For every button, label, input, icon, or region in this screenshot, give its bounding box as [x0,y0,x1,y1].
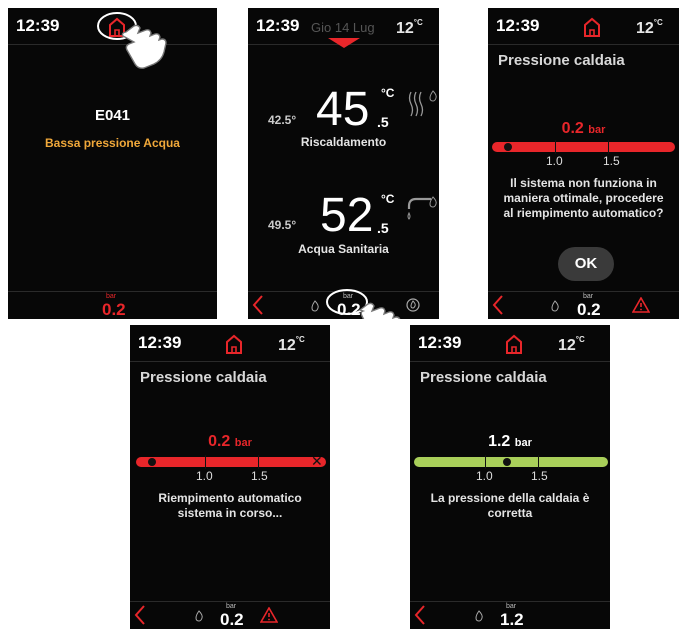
settings-flame-icon[interactable] [405,297,421,313]
message-line: La pressione della caldaia è [430,491,590,505]
message-line: Il sistema non funziona in [510,176,657,190]
flame-icon[interactable] [310,300,320,312]
tick-mark [205,455,206,469]
pressure-indicator[interactable]: 0.2 [220,610,244,629]
footer: bar 0.2 [8,291,217,319]
heating-label: Riscaldamento [300,135,387,149]
pressure-value: 1.2 bar [488,433,532,450]
message-line: al riempimento automatico? [503,206,664,220]
pressure-indicator[interactable]: 0.2 [102,300,126,319]
back-chevron-icon[interactable] [414,605,426,625]
tick-mark [608,140,609,154]
footer: bar 1.2 [410,601,610,629]
heating-unit: °C [381,86,395,100]
heating-decimal: .5 [377,114,389,130]
footer: bar 0.2 [130,601,330,629]
back-chevron-icon[interactable] [134,605,146,625]
home-button[interactable] [224,333,244,360]
heating-value[interactable]: 45 [316,82,369,137]
pressure-marker [504,143,512,151]
flame-icon [429,90,437,102]
cancel-x-icon[interactable]: ✕ [311,453,323,470]
heating-waves-icon [408,91,424,117]
dhw-label: Acqua Sanitaria [298,242,389,256]
warning-icon[interactable] [632,297,650,313]
message-line: corretta [487,506,533,520]
tick-mark [538,455,539,469]
dhw-value[interactable]: 52 [320,188,373,243]
tick-mark [485,455,486,469]
outdoor-temp: 12°C [636,18,663,37]
flame-icon[interactable] [550,300,560,312]
flame-icon [429,196,437,208]
page-title: Pressione caldaia [498,52,625,69]
dhw-unit: °C [381,192,395,206]
clock: 12:39 [16,16,60,35]
pressure-value: 0.2 bar [561,120,606,137]
status-bar: 12:39 12°C [130,325,330,362]
tick-label: 1.5 [251,469,268,483]
home-icon [584,17,600,37]
auto-fill-screen: 12:39 12°C Pressione caldaia 0.2 bar ✕ 1… [130,325,330,629]
dhw-setpoint: 49.5° [268,218,297,232]
pressure-ok-screen: 12:39 12°C Pressione caldaia 1.2 bar 1.0… [410,325,610,629]
dhw-decimal: .5 [377,220,389,236]
tick-label: 1.0 [196,469,213,483]
bar-unit-label: bar [106,293,117,300]
tap-hand-icon [326,289,401,319]
red-tab-indicator [328,38,360,48]
outdoor-temp: 12°C [396,18,423,37]
clock: 12:39 [256,16,300,35]
pressure-marker [148,458,156,466]
pressure-indicator[interactable]: 0.2 [577,300,601,319]
page-title: Pressione caldaia [140,369,267,386]
footer: bar 0.2 [488,291,679,319]
page-title: Pressione caldaia [420,369,547,386]
warning-icon[interactable] [260,607,278,623]
heating-setpoint: 42.5° [268,113,297,127]
outdoor-temp: 12°C [278,335,305,354]
clock: 12:39 [418,333,462,352]
pressure-gauge [414,457,608,467]
back-chevron-icon[interactable] [492,295,504,315]
date: Gio 14 Lug [311,20,375,35]
bar-unit-label: bar [226,603,237,610]
message-line: sistema in corso... [177,506,283,520]
error-text: Bassa pressione Acqua [45,136,180,150]
home-screen: 12:39 Gio 14 Lug 12°C 42.5° 45 °C .5 Ris… [248,8,439,319]
pressure-marker [503,458,511,466]
tick-label: 1.0 [476,469,493,483]
flame-icon[interactable] [474,610,484,622]
clock: 12:39 [496,16,540,35]
tick-label: 1.0 [546,154,563,168]
back-chevron-icon[interactable] [252,295,264,315]
home-icon [226,334,242,354]
error-screen: 12:39 E041 Bassa pressione Acqua bar 0.2 [8,8,217,319]
tick-mark [555,140,556,154]
status-bar: 12:39 12°C [410,325,610,362]
home-button[interactable] [582,16,602,43]
status-bar: 12:39 12°C [488,8,679,45]
pressure-value: 0.2 bar [208,433,252,450]
flame-icon[interactable] [194,610,204,622]
error-code: E041 [94,107,131,124]
ok-button[interactable]: OK [558,247,614,281]
pressure-gauge [136,457,326,467]
outdoor-temp: 12°C [558,335,585,354]
clock: 12:39 [138,333,182,352]
bar-unit-label: bar [506,603,517,610]
message-line: maniera ottimale, procedere [503,191,664,205]
pressure-indicator[interactable]: 1.2 [500,610,524,629]
home-button[interactable] [504,333,524,360]
home-icon [506,334,522,354]
pressure-gauge [492,142,675,152]
pressure-warning-screen: 12:39 12°C Pressione caldaia 0.2 bar 1.0… [488,8,679,319]
tick-label: 1.5 [531,469,548,483]
bar-unit-label: bar [583,293,594,300]
tick-label: 1.5 [603,154,620,168]
tick-mark [258,455,259,469]
message-line: Riempimento automatico [158,491,302,505]
tap-hand-icon [97,12,167,69]
